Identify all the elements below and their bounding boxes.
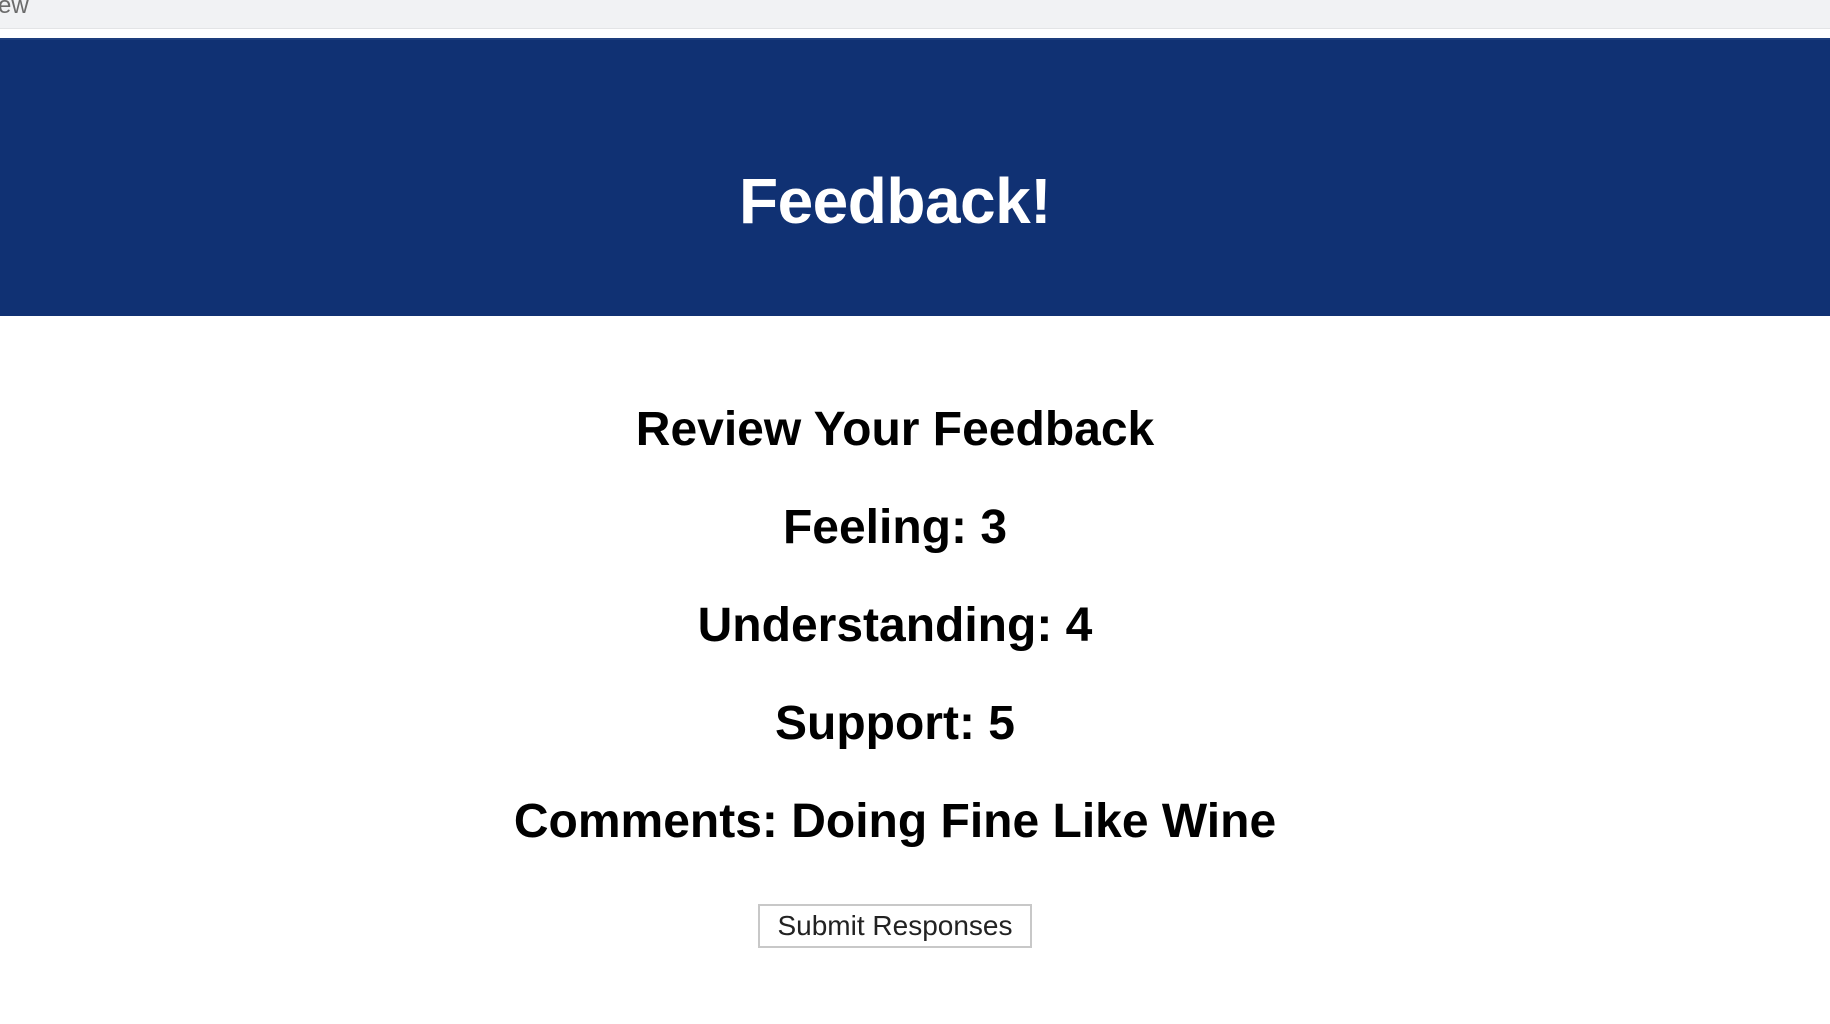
support-value: 5 [988, 697, 1015, 750]
support-label: Support: [775, 697, 975, 750]
submit-responses-button[interactable]: Submit Responses [758, 904, 1032, 948]
review-heading: Review Your Feedback [635, 403, 1155, 456]
page-title: Feedback! [738, 165, 1052, 237]
comments-value: Doing Fine Like Wine [791, 795, 1277, 848]
feeling-line: Feeling: 3 [0, 488, 1790, 568]
understanding-value: 4 [1065, 599, 1093, 652]
feeling-value: 3 [980, 501, 1008, 554]
understanding-line: Understanding: 4 [0, 586, 1790, 666]
browser-top-strip: ew [0, 0, 1830, 29]
page-header: Feedback! [0, 38, 1830, 316]
understanding-label: Understanding: [697, 599, 1053, 652]
comments-label: Comments: [513, 795, 778, 848]
support-line: Support: 5 [0, 684, 1790, 764]
comments-line: Comments: Doing Fine Like Wine [0, 782, 1790, 862]
feeling-label: Feeling: [782, 501, 967, 554]
top-strip-partial-text: ew [0, 0, 29, 19]
submit-area: Submit Responses [0, 904, 1790, 948]
review-section: Review Your Feedback Feeling: 3 Understa… [0, 390, 1790, 880]
